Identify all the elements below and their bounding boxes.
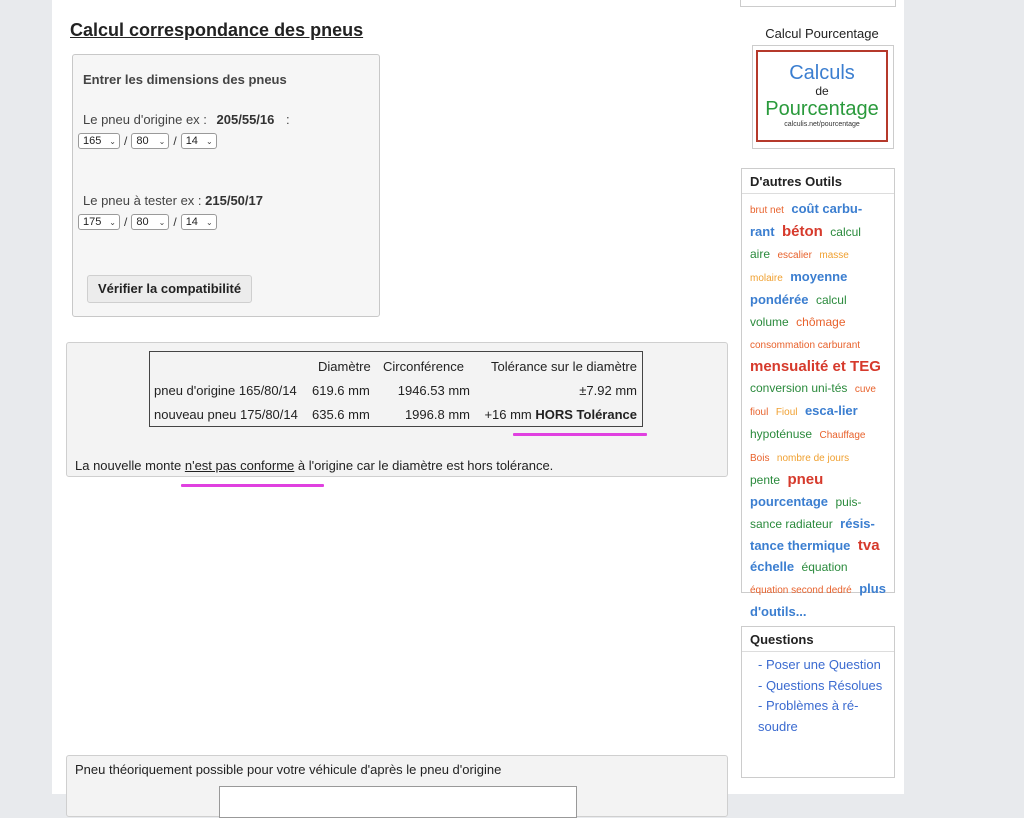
out-of-tolerance-badge: HORS Tolérance bbox=[535, 407, 637, 422]
logo-line1: Calculs bbox=[789, 62, 855, 84]
percent-title[interactable]: Calcul Pourcentage bbox=[740, 26, 904, 41]
percent-logo[interactable]: Calculs de Pourcentage calculis.net/pour… bbox=[752, 45, 894, 149]
row-origin-tolerance-value: ±7.92 mm bbox=[579, 383, 637, 398]
other-tools-box: D'autres Outils brut net coût carbu-rant… bbox=[741, 168, 895, 619]
chevron-down-icon: ⌄ bbox=[109, 217, 116, 227]
origin-rim-value: 14 bbox=[185, 135, 198, 147]
tool-link[interactable]: nombre de jours bbox=[777, 453, 849, 464]
theoretical-panel: Pneu théoriquement possible pour votre v… bbox=[66, 755, 728, 818]
logo-line4: calculis.net/pourcentage bbox=[784, 121, 860, 128]
chevron-down-icon: ⌄ bbox=[158, 136, 166, 146]
chevron-down-icon: ⌄ bbox=[158, 217, 166, 227]
origin-label-text: Le pneu d'origine ex : bbox=[83, 112, 211, 127]
test-example: 215/50/17 bbox=[205, 193, 263, 208]
tool-link[interactable]: pneu bbox=[787, 471, 823, 488]
tool-link[interactable]: Fioul bbox=[776, 407, 798, 418]
row-origin-diameter: 619.6 mm bbox=[312, 383, 370, 398]
verdict-text: La nouvelle monte n'est pas conforme à l… bbox=[75, 458, 553, 473]
tool-link[interactable]: esca-lier bbox=[805, 403, 858, 418]
tool-link[interactable]: pourcentage bbox=[750, 494, 828, 509]
tool-link[interactable]: hypoténuse bbox=[750, 427, 812, 441]
header-tolerance: Tolérance sur le diamètre bbox=[491, 359, 637, 374]
separator: / bbox=[124, 215, 128, 229]
origin-suffix: : bbox=[286, 112, 290, 127]
row-origin-label: pneu d'origine 165/80/14 bbox=[154, 383, 297, 398]
chevron-down-icon: ⌄ bbox=[109, 136, 116, 146]
question-link-ask[interactable]: - Poser une Question bbox=[758, 655, 886, 676]
test-width-value: 175 bbox=[83, 216, 102, 228]
chevron-down-icon: ⌄ bbox=[205, 136, 213, 146]
origin-width-value: 165 bbox=[83, 135, 102, 147]
tool-link[interactable]: conversion uni-tés bbox=[750, 381, 847, 395]
highlight-underline bbox=[181, 484, 324, 487]
tool-link[interactable]: échelle bbox=[750, 559, 794, 574]
row-new-label: nouveau pneu 175/80/14 bbox=[154, 407, 298, 422]
row-origin-circumference: 1946.53 mm bbox=[397, 383, 470, 398]
origin-size-selects: 165 ⌄ / 80 ⌄ / 14 ⌄ bbox=[78, 133, 217, 149]
row-new-tolerance: +16 mm HORS Tolérance bbox=[484, 407, 637, 422]
origin-ratio-value: 80 bbox=[136, 135, 149, 147]
other-tools-title: D'autres Outils bbox=[742, 169, 894, 194]
logo-line2: de bbox=[815, 84, 829, 98]
tool-link[interactable]: consommation carburant bbox=[750, 340, 860, 351]
form-heading: Entrer les dimensions des pneus bbox=[83, 72, 287, 87]
separator: / bbox=[173, 215, 177, 229]
separator: / bbox=[124, 134, 128, 148]
tool-link[interactable]: escalier bbox=[777, 250, 811, 261]
test-width-select[interactable]: 175 ⌄ bbox=[78, 214, 120, 230]
result-table: Diamètre Circonférence Tolérance sur le … bbox=[149, 351, 643, 427]
row-origin-tolerance: ±7.92 mm bbox=[579, 383, 637, 398]
percent-logo-frame: Calculs de Pourcentage calculis.net/pour… bbox=[756, 50, 888, 142]
verify-compatibility-button[interactable]: Vérifier la compatibilité bbox=[87, 275, 253, 303]
questions-list: - Poser une Question - Questions Résolue… bbox=[742, 652, 894, 737]
page-title: Calcul correspondance des pneus bbox=[70, 20, 364, 40]
origin-ratio-select[interactable]: 80 ⌄ bbox=[131, 133, 170, 149]
test-ratio-value: 80 bbox=[136, 216, 149, 228]
tool-link[interactable]: mensualité et TEG bbox=[750, 358, 881, 375]
origin-rim-select[interactable]: 14 ⌄ bbox=[180, 133, 217, 149]
tool-link[interactable]: brut net bbox=[750, 205, 784, 216]
chevron-down-icon: ⌄ bbox=[205, 217, 213, 227]
questions-title: Questions bbox=[742, 627, 894, 652]
theoretical-table bbox=[219, 786, 577, 818]
page: Calcul correspondance des pneus Entrer l… bbox=[52, 0, 904, 818]
origin-label: Le pneu d'origine ex : 205/55/16 : bbox=[83, 112, 290, 127]
header-diameter: Diamètre bbox=[318, 359, 371, 374]
test-ratio-select[interactable]: 80 ⌄ bbox=[131, 214, 170, 230]
row-new-circumference: 1996.8 mm bbox=[404, 407, 470, 422]
verdict-link[interactable]: n'est pas conforme bbox=[185, 458, 294, 473]
origin-example: 205/55/16 bbox=[216, 112, 275, 127]
sidebar-top-box bbox=[740, 0, 896, 7]
logo-line3: Pourcentage bbox=[765, 98, 879, 120]
tool-link[interactable]: tva bbox=[858, 537, 880, 554]
result-panel: Diamètre Circonférence Tolérance sur le … bbox=[66, 342, 728, 487]
verdict-after: à l'origine car le diamètre est hors tol… bbox=[294, 458, 554, 473]
origin-width-select[interactable]: 165 ⌄ bbox=[78, 133, 120, 149]
test-size-selects: 175 ⌄ / 80 ⌄ / 14 ⌄ bbox=[78, 214, 217, 230]
tool-link[interactable]: équation second dedré bbox=[750, 585, 852, 596]
questions-box: Questions - Poser une Question - Questio… bbox=[741, 626, 895, 778]
tool-cloud: brut net coût carbu-rant béton calcul ai… bbox=[742, 194, 894, 622]
test-rim-value: 14 bbox=[185, 216, 198, 228]
theoretical-text: Pneu théoriquement possible pour votre v… bbox=[75, 762, 502, 777]
tool-link[interactable]: béton bbox=[782, 223, 823, 240]
question-link-solved[interactable]: - Questions Résolues bbox=[758, 676, 886, 697]
test-rim-select[interactable]: 14 ⌄ bbox=[180, 214, 217, 230]
separator: / bbox=[173, 134, 177, 148]
verdict-before: La nouvelle monte bbox=[75, 458, 185, 473]
row-new-diameter: 635.6 mm bbox=[312, 407, 370, 422]
row-new-tolerance-value: +16 mm bbox=[484, 407, 536, 422]
tool-link[interactable]: chômage bbox=[796, 315, 845, 329]
question-link-unsolved[interactable]: - Problèmes à ré-soudre bbox=[758, 696, 886, 737]
tool-link[interactable]: pente bbox=[750, 473, 780, 487]
test-label-text: Le pneu à tester ex : bbox=[83, 193, 206, 208]
tool-link[interactable]: équation bbox=[802, 560, 848, 574]
test-label: Le pneu à tester ex : 215/50/17 bbox=[83, 193, 263, 208]
tire-form: Entrer les dimensions des pneus Le pneu … bbox=[72, 54, 380, 317]
header-circumference: Circonférence bbox=[383, 359, 464, 374]
highlight-underline bbox=[513, 433, 647, 436]
